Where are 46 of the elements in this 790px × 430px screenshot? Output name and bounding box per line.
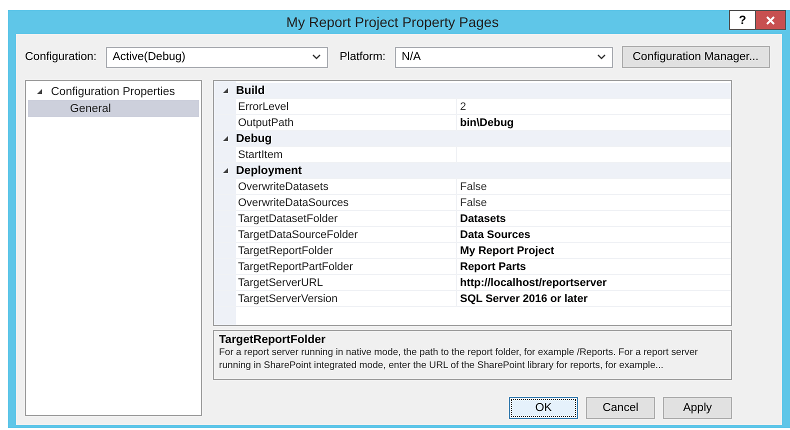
expanded-arrow-icon[interactable] [222, 167, 228, 174]
property-value[interactable]: False [460, 196, 487, 208]
caret-icon [596, 54, 606, 60]
category-label: Debug [236, 132, 273, 144]
property-name[interactable]: ErrorLevel [236, 100, 456, 112]
property-name[interactable]: TargetServerVersion [236, 292, 456, 304]
configuration-manager-button[interactable]: Configuration Manager... [622, 46, 770, 68]
dialog-button[interactable]: Apply [663, 397, 732, 419]
caret-icon [312, 54, 321, 60]
dialog-button[interactable]: OK [509, 397, 578, 419]
close-button[interactable] [756, 10, 786, 30]
property-value[interactable]: Report Parts [460, 260, 526, 272]
property-value[interactable]: http://localhost/reportserver [460, 276, 607, 288]
property-name[interactable]: OutputPath [236, 116, 456, 128]
property-name[interactable]: StartItem [236, 148, 456, 160]
description-text: For a report server running in native mode, the path to the report folder, for example /Reports. For a report server running in SharePoint integrated mode, enter the URL of the SharePoint library for reports, for example... [219, 346, 699, 372]
property-value[interactable]: My Report Project [460, 244, 554, 256]
property-value[interactable]: 2 [460, 100, 466, 112]
window-title: My Report Project Property Pages [285, 14, 500, 30]
configuration-label: Configuration: [25, 51, 97, 63]
property-value[interactable]: Datasets [460, 212, 506, 224]
tree-item[interactable]: Configuration Properties [28, 83, 199, 100]
configuration-dropdown[interactable]: Active(Debug) [106, 46, 328, 68]
property-name[interactable]: TargetReportFolder [236, 244, 456, 256]
tree-item[interactable]: General [28, 100, 199, 117]
help-button[interactable]: ? [729, 10, 756, 30]
property-name[interactable]: TargetServerURL [236, 276, 456, 288]
platform-dropdown[interactable]: N/A [394, 46, 613, 68]
property-value[interactable]: SQL Server 2016 or later [460, 292, 588, 304]
property-name[interactable]: TargetReportPartFolder [236, 260, 456, 272]
property-name[interactable]: TargetDataSourceFolder [236, 228, 456, 240]
property-name[interactable]: TargetDatasetFolder [236, 212, 456, 224]
property-value[interactable]: Data Sources [460, 228, 530, 240]
dialog-button[interactable]: Cancel [586, 397, 655, 419]
category-label: Build [236, 84, 266, 96]
expanded-arrow-icon[interactable] [222, 87, 228, 94]
property-value[interactable]: False [460, 180, 487, 192]
description-title: TargetReportFolder [219, 334, 326, 346]
expanded-arrow-icon[interactable] [222, 135, 228, 142]
property-name[interactable]: OverwriteDataSources [236, 196, 456, 208]
property-value[interactable]: bin\Debug [460, 116, 514, 128]
platform-label: Platform: [340, 51, 386, 63]
close-icon [766, 16, 775, 24]
category-label: Deployment [236, 164, 303, 176]
property-name[interactable]: OverwriteDatasets [236, 180, 456, 192]
expanded-arrow-icon[interactable] [36, 88, 43, 95]
